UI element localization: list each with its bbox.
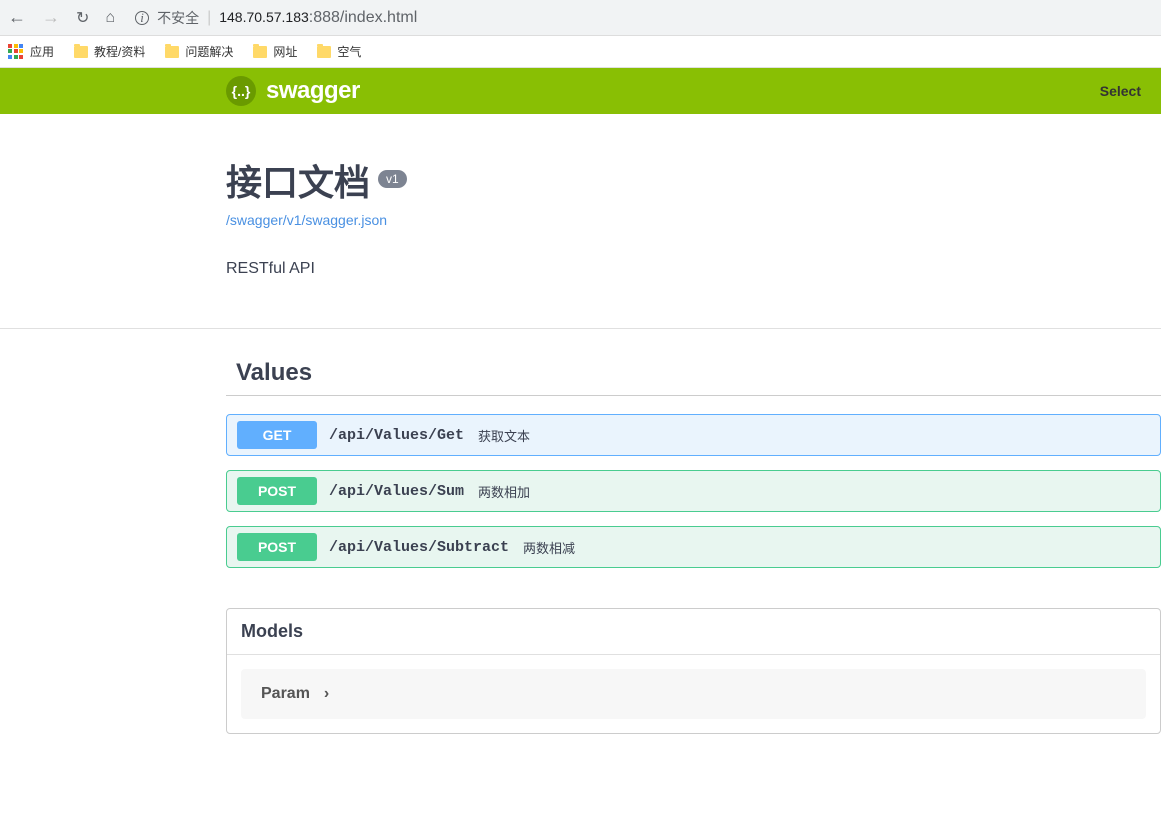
endpoint-description: 获取文本 bbox=[478, 426, 530, 445]
apps-icon bbox=[8, 44, 24, 60]
forward-button[interactable]: → bbox=[42, 7, 60, 28]
bookmark-label: 教程/资料 bbox=[94, 43, 145, 60]
apps-label: 应用 bbox=[30, 43, 54, 60]
endpoint-row[interactable]: POST /api/Values/Subtract 两数相减 bbox=[226, 526, 1161, 568]
endpoint-path: /api/Values/Subtract bbox=[329, 539, 509, 556]
folder-icon bbox=[165, 46, 179, 58]
swagger-header: {..} swagger Select bbox=[0, 68, 1161, 114]
endpoint-row[interactable]: POST /api/Values/Sum 两数相加 bbox=[226, 470, 1161, 512]
endpoint-path: /api/Values/Sum bbox=[329, 483, 464, 500]
api-title-row: 接口文档 v1 bbox=[226, 154, 1161, 206]
folder-icon bbox=[317, 46, 331, 58]
api-description: RESTful API bbox=[226, 260, 1161, 278]
back-button[interactable]: ← bbox=[8, 7, 26, 28]
url-divider: | bbox=[207, 9, 211, 27]
method-badge: GET bbox=[237, 421, 317, 449]
model-name: Param bbox=[261, 685, 310, 703]
url-port: :888 bbox=[309, 9, 340, 26]
bookmark-label: 问题解决 bbox=[185, 43, 233, 60]
spec-link[interactable]: /swagger/v1/swagger.json bbox=[226, 212, 387, 228]
api-title: 接口文档 bbox=[226, 154, 370, 206]
folder-icon bbox=[253, 46, 267, 58]
swagger-logo-icon: {..} bbox=[226, 76, 256, 106]
bookmark-label: 空气 bbox=[337, 43, 361, 60]
address-bar[interactable]: i 不安全 | 148.70.57.183:888/index.html bbox=[127, 8, 1153, 28]
models-header[interactable]: Models bbox=[227, 609, 1160, 655]
bookmark-folder[interactable]: 网址 bbox=[253, 43, 297, 60]
endpoint-description: 两数相减 bbox=[523, 538, 575, 557]
swagger-brand-text: swagger bbox=[266, 77, 360, 105]
version-badge: v1 bbox=[378, 170, 407, 188]
select-spec-button[interactable]: Select bbox=[1100, 83, 1141, 99]
browser-toolbar: ← → ↻ ⌂ i 不安全 | 148.70.57.183:888/index.… bbox=[0, 0, 1161, 36]
method-badge: POST bbox=[237, 477, 317, 505]
bookmark-folder[interactable]: 空气 bbox=[317, 43, 361, 60]
section-divider bbox=[0, 328, 1161, 329]
bookmark-label: 网址 bbox=[273, 43, 297, 60]
section-title[interactable]: Values bbox=[226, 359, 1161, 387]
section-underline bbox=[226, 395, 1161, 396]
apps-button[interactable]: 应用 bbox=[8, 43, 54, 60]
endpoint-path: /api/Values/Get bbox=[329, 427, 464, 444]
endpoint-description: 两数相加 bbox=[478, 482, 530, 501]
bookmark-folder[interactable]: 问题解决 bbox=[165, 43, 233, 60]
swagger-logo[interactable]: {..} swagger bbox=[226, 76, 360, 106]
insecure-label: 不安全 bbox=[157, 8, 199, 28]
info-icon[interactable]: i bbox=[135, 11, 149, 25]
url-text: 148.70.57.183:888/index.html bbox=[219, 9, 417, 27]
models-container: Models Param › bbox=[226, 608, 1161, 734]
content-area: 接口文档 v1 /swagger/v1/swagger.json RESTful… bbox=[0, 114, 1161, 774]
home-button[interactable]: ⌂ bbox=[105, 9, 115, 27]
bookmark-folder[interactable]: 教程/资料 bbox=[74, 43, 145, 60]
bookmarks-bar: 应用 教程/资料 问题解决 网址 空气 bbox=[0, 36, 1161, 68]
url-path: /index.html bbox=[340, 9, 417, 26]
refresh-button[interactable]: ↻ bbox=[76, 8, 89, 28]
model-item[interactable]: Param › bbox=[241, 669, 1146, 719]
method-badge: POST bbox=[237, 533, 317, 561]
nav-icons: ← → ↻ ⌂ bbox=[8, 7, 115, 28]
endpoint-row[interactable]: GET /api/Values/Get 获取文本 bbox=[226, 414, 1161, 456]
folder-icon bbox=[74, 46, 88, 58]
url-host: 148.70.57.183 bbox=[219, 9, 309, 25]
chevron-right-icon: › bbox=[324, 685, 329, 703]
